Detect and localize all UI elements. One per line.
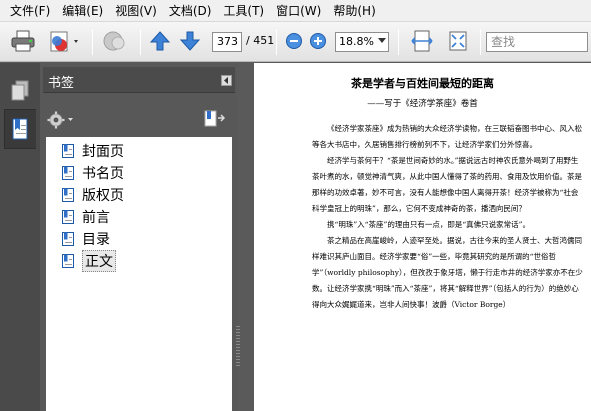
pages-panel-button[interactable]: [4, 71, 36, 111]
bookmark-item[interactable]: 书名页: [62, 163, 124, 183]
bookmark-item[interactable]: 版权页: [62, 185, 124, 205]
menu-view[interactable]: 视图(V): [109, 0, 163, 22]
bookmarks-options-bar: [43, 107, 235, 133]
paragraph: 《经济学家茶座》成为热销的大众经济学读物，在三联韬奋图书中心、风入松等各大书店中…: [312, 124, 582, 149]
fit-width-button[interactable]: [408, 28, 436, 54]
collaborate-button[interactable]: [100, 28, 130, 54]
bookmark-icon: [62, 166, 74, 180]
bookmark-item[interactable]: 封面页: [62, 141, 124, 161]
document-body: 《经济学家茶座》成为热销的大众经济学读物，在三联韬奋图书中心、风入松等各大书店中…: [312, 121, 583, 313]
bookmarks-tree: 封面页 书名页 版权页 前言 目录 正文: [46, 137, 232, 411]
printer-icon: [11, 30, 35, 52]
menu-tools[interactable]: 工具(T): [217, 0, 270, 22]
zoom-in-icon: [310, 33, 326, 49]
bookmark-item[interactable]: 目录: [62, 229, 110, 249]
navigation-pane: [0, 63, 40, 411]
document-title: 茶是学者与百姓间最短的距离: [351, 77, 494, 90]
create-pdf-icon: [50, 31, 78, 52]
toolbar-separator: [398, 29, 399, 55]
collapse-panel-button[interactable]: [221, 75, 232, 86]
zoom-out-button[interactable]: [284, 28, 304, 54]
bookmark-item[interactable]: 前言: [62, 207, 110, 227]
next-page-button[interactable]: [178, 28, 202, 54]
toolbar-separator: [92, 29, 93, 55]
bookmarks-title: 书签: [48, 76, 75, 91]
toolbar-separator: [140, 29, 141, 55]
paragraph: 经济学与茶何干？“茶是世间奇妙的水。”据说远古时神农氏意外喝到了用野生茶叶煮的水…: [312, 156, 582, 213]
bookmark-icon: [62, 144, 74, 158]
menu-help[interactable]: 帮助(H): [327, 0, 381, 22]
chevron-down-icon[interactable]: [378, 38, 386, 43]
print-button[interactable]: [8, 28, 38, 54]
zoom-out-icon: [286, 33, 302, 49]
splitter-grip[interactable]: [236, 326, 240, 366]
menu-document[interactable]: 文档(D): [163, 0, 218, 22]
bookmark-icon: [62, 232, 74, 246]
bookmarks-panel: 书签 封面页 书名页 版权页 前言 目录 正文: [40, 63, 237, 411]
bookmark-item-selected[interactable]: 正文: [62, 250, 116, 272]
menu-bar: 文件(F) 编辑(E) 视图(V) 文档(D) 工具(T) 窗口(W) 帮助(H…: [0, 0, 591, 22]
arrow-up-icon: [149, 31, 171, 51]
bookmarks-header: 书签: [43, 67, 235, 93]
expand-bookmark-button[interactable]: [203, 110, 226, 131]
bookmarks-panel-button[interactable]: [4, 109, 36, 149]
bookmark-icon: [62, 254, 74, 268]
fit-page-button[interactable]: [444, 28, 472, 54]
zoom-in-button[interactable]: [308, 28, 328, 54]
fit-page-icon: [449, 31, 467, 51]
previous-page-button[interactable]: [148, 28, 172, 54]
paragraph: 茶之精品在高崖峻岭，人迹罕至处。据说，古往今来的圣人贤士、大哲鸿儒同样难识其庐山…: [312, 236, 583, 309]
gear-icon: [47, 111, 73, 129]
bookmark-icon: [62, 188, 74, 202]
bookmark-icon: [12, 118, 27, 140]
fit-width-icon: [411, 30, 433, 52]
collaborate-icon: [103, 31, 125, 51]
toolbar-separator: [480, 29, 481, 55]
options-button[interactable]: [47, 111, 75, 132]
pages-icon: [11, 80, 29, 101]
page-total: / 451: [246, 34, 275, 47]
menu-edit[interactable]: 编辑(E): [56, 0, 109, 22]
menu-window[interactable]: 窗口(W): [270, 0, 327, 22]
chevron-left-icon: [224, 77, 228, 84]
page-number-input[interactable]: 373: [212, 32, 242, 52]
menu-file[interactable]: 文件(F): [4, 0, 56, 22]
toolbar-separator: [276, 29, 277, 55]
create-pdf-button[interactable]: [48, 28, 82, 54]
toolbar: 373 / 451 18.8% 查找: [0, 22, 591, 62]
arrow-down-icon: [179, 31, 201, 51]
paragraph: 携“明珠”入“茶座”的理由只有一点，即是“真佛只说家常话”。: [327, 220, 531, 229]
document-subtitle: ——写于《经济学茶座》卷首: [367, 99, 478, 109]
bookmark-icon: [62, 210, 74, 224]
document-page: 茶是学者与百姓间最短的距离 ——写于《经济学茶座》卷首 《经济学家茶座》成为热销…: [254, 63, 591, 411]
bookmark-expand-icon: [204, 110, 226, 127]
search-input[interactable]: 查找: [486, 32, 588, 52]
